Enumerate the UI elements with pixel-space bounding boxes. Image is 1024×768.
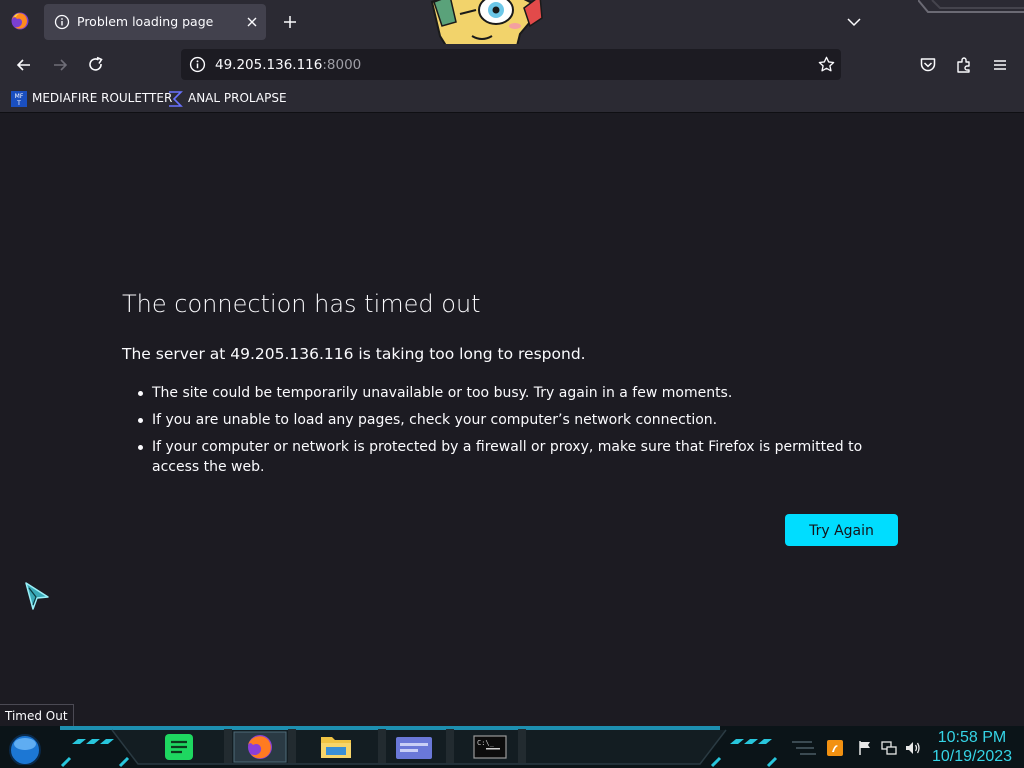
- theme-corner-decoration: [918, 0, 1024, 13]
- hamburger-menu-icon[interactable]: [990, 55, 1010, 75]
- taskbar: C:\_ 10:58 PM 10/19/2023: [0, 726, 1024, 768]
- list-all-tabs-chevron-icon[interactable]: [845, 13, 863, 31]
- bookmarks-toolbar: MF T MEDIAFIRE ROULETTER ANAL PROLAPSE: [0, 86, 1024, 113]
- bookmark-star-icon[interactable]: [817, 55, 836, 74]
- tab-strip: Problem loading page: [0, 0, 1024, 60]
- spotify-taskbar-icon[interactable]: [152, 731, 208, 763]
- mouse-cursor-icon: [25, 582, 49, 610]
- file-explorer-taskbar-icon[interactable]: [308, 731, 364, 763]
- site-info-icon[interactable]: [189, 56, 206, 73]
- clock-time: 10:58 PM: [937, 729, 1007, 746]
- url-port: :8000: [322, 57, 362, 73]
- action-center-flag-icon[interactable]: [856, 739, 874, 757]
- try-again-button[interactable]: Try Again: [785, 514, 898, 546]
- mediafire-icon: MF T: [11, 91, 27, 107]
- url-text[interactable]: 49.205.136.116:8000: [215, 57, 361, 73]
- url-host: 49.205.136.116: [215, 57, 323, 73]
- reload-icon[interactable]: [86, 55, 106, 75]
- navigation-toolbar: 49.205.136.116:8000: [0, 44, 1024, 86]
- firefox-logo-icon[interactable]: [10, 11, 30, 31]
- pocket-icon[interactable]: [918, 55, 938, 75]
- close-tab-icon[interactable]: [244, 14, 260, 30]
- volume-icon[interactable]: [904, 739, 922, 757]
- status-tooltip: Timed Out: [0, 704, 74, 728]
- forward-arrow-icon[interactable]: [50, 55, 70, 75]
- clock-date: 10/19/2023: [931, 748, 1013, 765]
- url-bar[interactable]: 49.205.136.116:8000: [181, 49, 841, 80]
- new-tab-plus-icon[interactable]: [281, 13, 299, 31]
- tab-title: Problem loading page: [77, 14, 214, 29]
- list-item: If you are unable to load any pages, che…: [138, 410, 908, 430]
- firefox-taskbar-icon[interactable]: [232, 731, 288, 763]
- svg-text:C:\_: C:\_: [477, 739, 495, 747]
- svg-text:T: T: [16, 100, 21, 107]
- extensions-puzzle-icon[interactable]: [954, 55, 974, 75]
- list-item: If your computer or network is protected…: [138, 437, 908, 477]
- window-taskbar-icon[interactable]: [386, 731, 442, 763]
- svg-text:MF: MF: [15, 93, 24, 100]
- list-item: The site could be temporarily unavailabl…: [138, 383, 908, 403]
- bookmark-label: ANAL PROLAPSE: [188, 91, 287, 105]
- tab-problem-loading[interactable]: Problem loading page: [44, 4, 266, 40]
- error-reasons-list: The site could be temporarily unavailabl…: [138, 383, 908, 484]
- bookmark-label: MEDIAFIRE ROULETTER: [32, 91, 173, 105]
- java-update-tray-icon[interactable]: [826, 739, 844, 757]
- command-prompt-taskbar-icon[interactable]: C:\_: [462, 731, 518, 763]
- taskbar-clock[interactable]: 10:58 PM 10/19/2023: [924, 728, 1020, 766]
- start-button-orb-icon[interactable]: [6, 731, 44, 765]
- sigma-icon: [169, 91, 183, 107]
- error-subtitle: The server at 49.205.136.116 is taking t…: [122, 345, 586, 363]
- back-arrow-icon[interactable]: [14, 55, 34, 75]
- error-title: The connection has timed out: [122, 290, 481, 318]
- info-icon: [54, 14, 70, 30]
- network-icon[interactable]: [880, 739, 898, 757]
